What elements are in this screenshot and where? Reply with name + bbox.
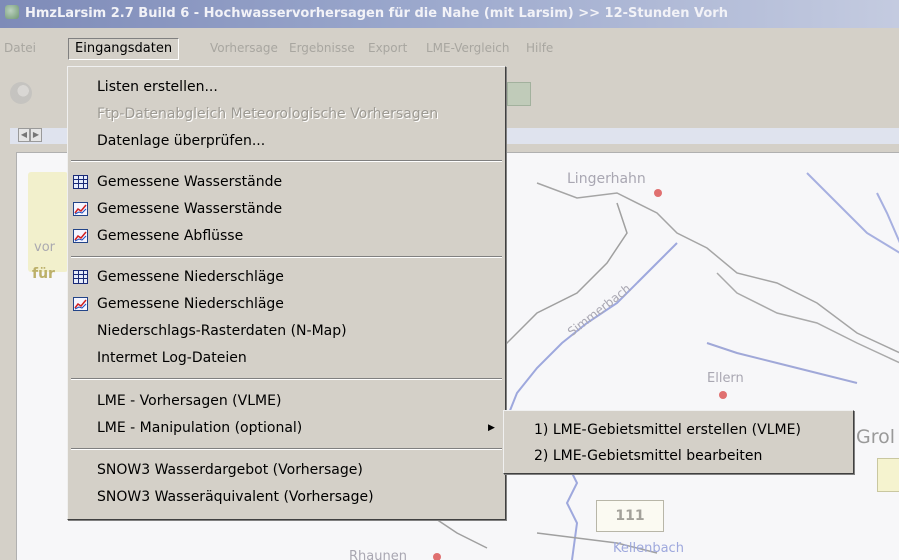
menu-eingangsdaten[interactable]: Eingangsdaten [68, 38, 180, 60]
side-label-gro: Grol [856, 426, 896, 448]
app-icon [5, 5, 19, 19]
menu-ergebnisse[interactable]: Ergebnisse [289, 41, 355, 55]
menu-item-ftp-datenabgleich: Ftp-Datenabgleich Meteorologische Vorher… [97, 106, 439, 122]
town-lingerhahn-dot [654, 189, 662, 197]
menu-item-abfluesse-chart[interactable]: Gemessene Abflüsse [68, 225, 505, 247]
eingangsdaten-dropdown: Listen erstellen... Ftp-Datenabgleich Me… [67, 66, 506, 520]
menu-item-lme-manipulation[interactable]: LME - Manipulation (optional) ▶ [68, 417, 505, 439]
map-label-lingerhahn: Lingerhahn [567, 171, 646, 187]
chart-icon [73, 229, 88, 243]
menu-item-niederschlaege-table[interactable]: Gemessene Niederschläge [68, 266, 505, 288]
menu-export[interactable]: Export [368, 41, 407, 55]
menu-item-listen-erstellen[interactable]: Listen erstellen... [68, 76, 505, 98]
info-box [28, 172, 68, 272]
menu-item-snow3-wasseraequivalent[interactable]: SNOW3 Wasseräquivalent (Vorhersage) [68, 486, 505, 508]
lme-manipulation-submenu: 1) LME-Gebietsmittel erstellen (VLME) 2)… [503, 410, 854, 474]
chart-icon [73, 202, 88, 216]
menu-separator [71, 256, 502, 258]
submenu-item-gebietsmittel-bearbeiten[interactable]: 2) LME-Gebietsmittel bearbeiten [504, 445, 853, 467]
menu-lme-vergleich[interactable]: LME-Vergleich [426, 41, 510, 55]
table-icon [73, 270, 88, 284]
town-ellern-dot [719, 391, 727, 399]
menu-item-lme-vorhersagen[interactable]: LME - Vorhersagen (VLME) [68, 390, 505, 412]
gauge-value-box[interactable]: 111 [596, 500, 664, 532]
menu-item-wasserstaende-chart[interactable]: Gemessene Wasserstände [68, 198, 505, 220]
side-label-fur: für [32, 266, 55, 282]
map-label-kellenbach: Kellenbach [613, 541, 684, 556]
menu-bar: Datei Eingangsdaten Vorhersage Ergebniss… [0, 37, 899, 61]
side-label-vor: vor [34, 240, 55, 255]
menu-item-n-map[interactable]: Niederschlags-Rasterdaten (N-Map) [68, 320, 505, 342]
window-title-bar: HmzLarsim 2.7 Build 6 - Hochwasservorher… [0, 0, 899, 28]
map-label-rhaunen: Rhaunen [349, 549, 407, 560]
chart-icon [73, 297, 88, 311]
nav-prev-icon[interactable]: ◀ [18, 128, 30, 142]
menu-separator [71, 448, 502, 450]
menu-item-datenlage-ueberpruefen[interactable]: Datenlage überprüfen... [68, 130, 505, 152]
map-icon[interactable] [507, 82, 531, 106]
menu-datei[interactable]: Datei [4, 41, 36, 55]
menu-hilfe[interactable]: Hilfe [526, 41, 553, 55]
submenu-item-gebietsmittel-erstellen[interactable]: 1) LME-Gebietsmittel erstellen (VLME) [504, 419, 853, 441]
refresh-icon[interactable] [10, 82, 32, 104]
menu-separator [71, 378, 502, 380]
menu-item-wasserstaende-table[interactable]: Gemessene Wasserstände [68, 171, 505, 193]
menu-item-intermet-log[interactable]: Intermet Log-Dateien [68, 347, 505, 369]
menu-item-snow3-wasserdargebot[interactable]: SNOW3 Wasserdargebot (Vorhersage) [68, 459, 505, 481]
window-title: HmzLarsim 2.7 Build 6 - Hochwasservorher… [25, 6, 728, 21]
menu-item-niederschlaege-chart[interactable]: Gemessene Niederschläge [68, 293, 505, 315]
menu-vorhersage[interactable]: Vorhersage [210, 41, 278, 55]
table-icon [73, 175, 88, 189]
nav-next-icon[interactable]: ▶ [30, 128, 42, 142]
map-label-ellern: Ellern [707, 371, 744, 386]
menu-separator [71, 160, 502, 162]
submenu-arrow-icon: ▶ [488, 423, 495, 433]
gauge-box-right[interactable] [877, 458, 899, 492]
